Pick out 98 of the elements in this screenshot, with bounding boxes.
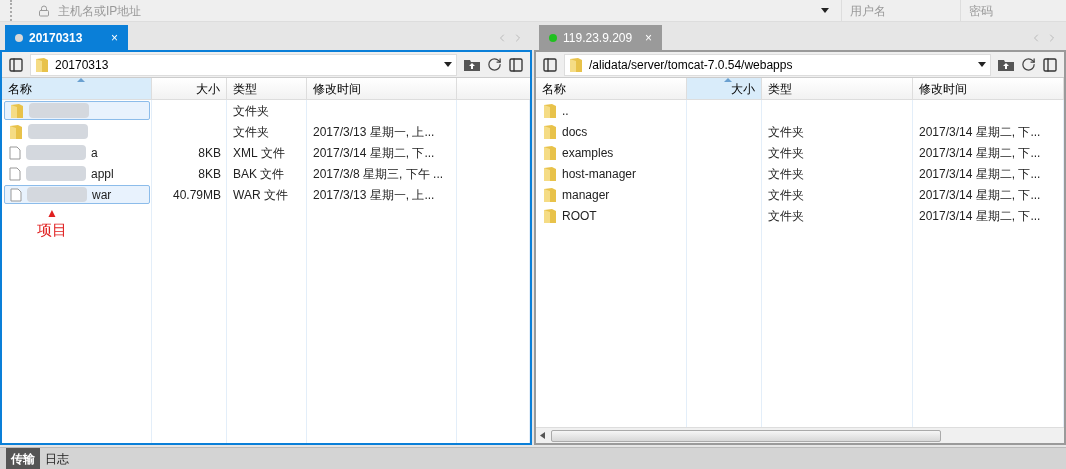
path-field[interactable]: 20170313	[30, 53, 457, 76]
scrollbar-thumb[interactable]	[551, 429, 941, 442]
folder-icon	[543, 123, 557, 140]
size-cell-text: 40.79MB	[171, 186, 222, 204]
modified-cell-text: 2017/3/14 星期二, 下...	[918, 123, 1042, 141]
file-icon	[9, 145, 21, 160]
blurred-region	[26, 166, 86, 181]
file-name: examples	[562, 144, 614, 162]
bottom-tab[interactable]: 日志	[40, 448, 74, 469]
modified-cell-text: 2017/3/8 星期三, 下午 ...	[312, 165, 445, 183]
folder-icon	[10, 102, 24, 119]
modified-cell-text: 2017/3/13 星期一, 上...	[312, 186, 436, 204]
sidebar-toggle-icon[interactable]	[8, 56, 24, 73]
file-name-cell[interactable]: a	[4, 143, 150, 162]
folder-up-icon[interactable]	[997, 57, 1015, 72]
folder-icon	[543, 144, 557, 161]
file-icon	[10, 187, 22, 202]
column-header[interactable]: 大小	[687, 78, 762, 99]
folder-icon	[9, 123, 23, 140]
blurred-region	[27, 187, 87, 202]
type-cell-text: XML 文件	[232, 144, 286, 162]
path-text: 20170313	[55, 56, 109, 74]
file-name-cell[interactable]: war	[4, 185, 150, 204]
folder-icon	[569, 56, 583, 73]
layout-icon[interactable]	[508, 56, 524, 73]
type-cell-text: 文件夹	[232, 123, 270, 141]
file-name: appl	[91, 165, 114, 183]
dropdown-caret-icon[interactable]	[978, 62, 986, 67]
file-name-cell[interactable]: manager	[538, 185, 685, 204]
dropdown-caret-icon[interactable]	[821, 8, 829, 13]
folder-icon	[543, 186, 557, 203]
type-cell-text: WAR 文件	[232, 186, 289, 204]
type-cell-text: 文件夹	[767, 144, 805, 162]
annotation-label: 项目	[37, 220, 67, 240]
file-name-cell[interactable]: ROOT	[538, 206, 685, 225]
sort-arrow-icon	[76, 78, 85, 82]
size-cell-text: 8KB	[197, 144, 222, 162]
column-header[interactable]: 大小	[152, 78, 227, 99]
file-name: a	[91, 144, 98, 162]
column-header[interactable]: 类型	[227, 78, 307, 99]
type-cell-text: 文件夹	[232, 102, 270, 120]
modified-cell-text: 2017/3/13 星期一, 上...	[312, 123, 436, 141]
dropdown-caret-icon[interactable]	[444, 62, 452, 67]
file-name-cell[interactable]: appl	[4, 164, 150, 183]
folder-icon	[543, 165, 557, 182]
layout-icon[interactable]	[1042, 56, 1058, 73]
type-cell-text: 文件夹	[767, 165, 805, 183]
column-header[interactable]: 名称	[2, 78, 152, 99]
password-field[interactable]: 密码	[960, 0, 1066, 21]
file-name-cell[interactable]	[4, 101, 150, 120]
file-name-cell[interactable]: docs	[538, 122, 685, 141]
modified-cell-text: 2017/3/14 星期二, 下...	[918, 165, 1042, 183]
blurred-region	[26, 145, 86, 160]
type-cell-text: 文件夹	[767, 207, 805, 225]
sidebar-toggle-icon[interactable]	[542, 56, 558, 73]
blurred-region	[28, 124, 88, 139]
file-name: docs	[562, 123, 588, 141]
tab-label: 20170313	[29, 29, 83, 47]
horizontal-scrollbar[interactable]	[536, 427, 1064, 443]
modified-cell-text: 2017/3/14 星期二, 下...	[918, 144, 1042, 162]
tab-label: 119.23.9.209	[563, 29, 633, 47]
username-field[interactable]: 用户名	[841, 0, 960, 21]
file-name: ..	[562, 102, 569, 120]
folder-icon	[35, 56, 49, 73]
file-name-cell[interactable]: ..	[538, 101, 685, 120]
path-text: /alidata/server/tomcat-7.0.54/webapps	[589, 56, 793, 74]
type-cell-text: 文件夹	[767, 186, 805, 204]
path-field[interactable]: /alidata/server/tomcat-7.0.54/webapps	[564, 53, 991, 76]
modified-cell-text: 2017/3/14 星期二, 下...	[312, 144, 436, 162]
column-header[interactable]: 类型	[762, 78, 913, 99]
scroll-left-arrow-icon[interactable]	[540, 432, 545, 439]
file-name: manager	[562, 186, 610, 204]
bottom-tab[interactable]: 传输	[6, 448, 40, 469]
folder-icon	[543, 102, 557, 119]
file-name-cell[interactable]: examples	[538, 143, 685, 162]
host-input[interactable]: 主机名或IP地址	[58, 1, 813, 20]
modified-cell-text: 2017/3/14 星期二, 下...	[918, 186, 1042, 204]
type-cell-text: BAK 文件	[232, 165, 286, 183]
file-icon	[9, 166, 21, 181]
blurred-region	[29, 103, 89, 118]
file-name: war	[92, 186, 112, 204]
folder-up-icon[interactable]	[463, 57, 481, 72]
sort-arrow-icon	[724, 78, 732, 82]
size-cell-text: 8KB	[197, 165, 222, 183]
type-cell-text: 文件夹	[767, 123, 805, 141]
column-header[interactable]: 修改时间	[913, 78, 1064, 99]
folder-icon	[543, 207, 557, 224]
pane-tab[interactable]: 20170313 ×	[5, 25, 128, 50]
modified-cell-text: 2017/3/14 星期二, 下...	[918, 207, 1042, 225]
refresh-icon[interactable]	[1021, 57, 1036, 72]
annotation-arrow: ▲	[46, 207, 58, 219]
file-name-cell[interactable]: host-manager	[538, 164, 685, 183]
lock-icon	[38, 4, 50, 17]
column-header[interactable]: 修改时间	[307, 78, 457, 99]
file-name: ROOT	[562, 207, 597, 225]
file-name: host-manager	[562, 165, 637, 183]
refresh-icon[interactable]	[487, 57, 502, 72]
tab-close-button[interactable]: ×	[111, 28, 118, 47]
